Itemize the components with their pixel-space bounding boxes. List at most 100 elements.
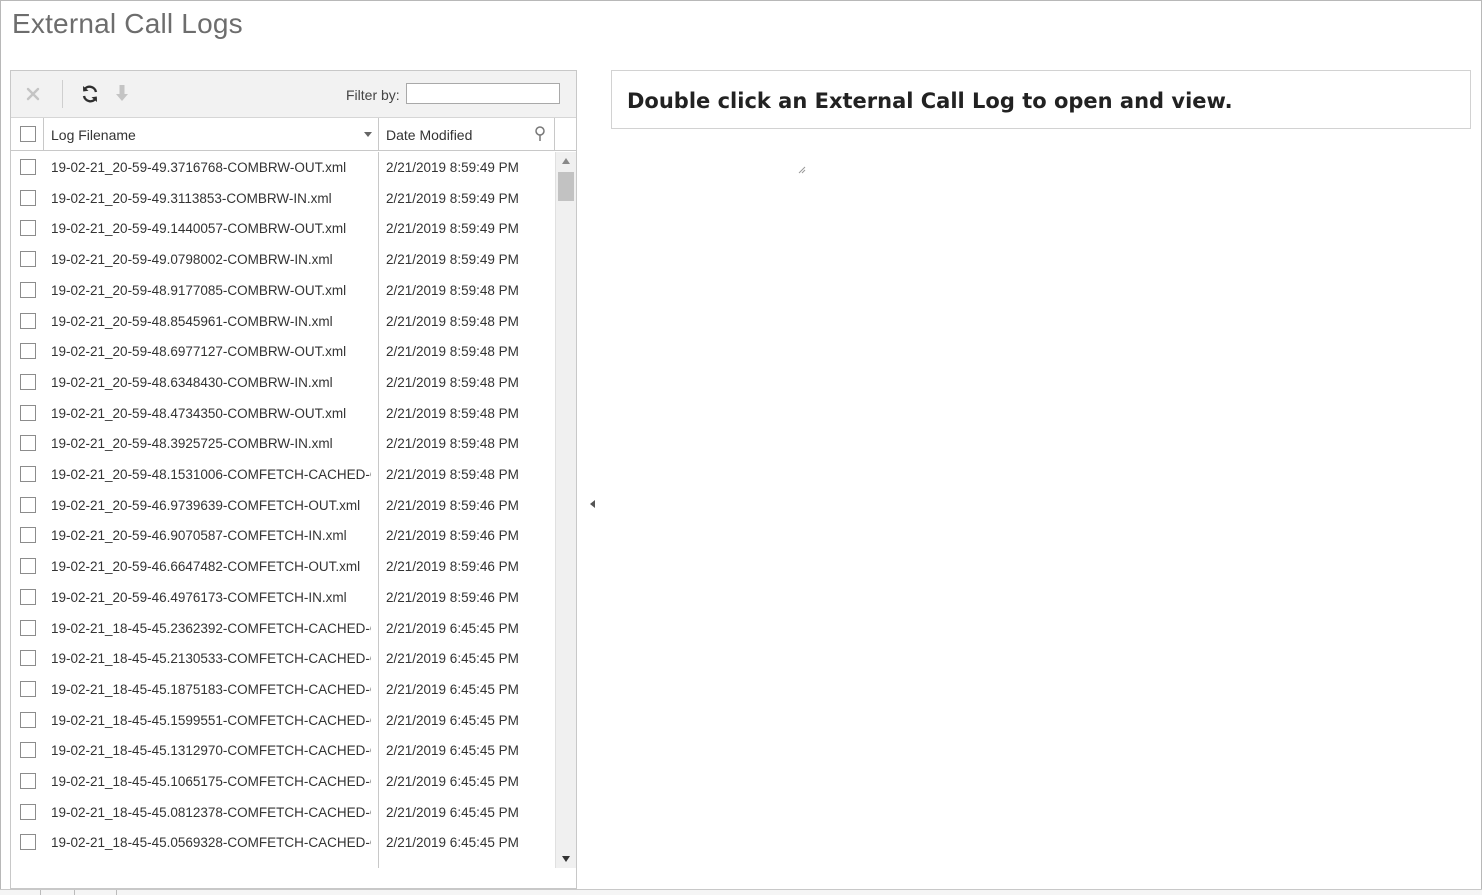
table-row[interactable]: 19-02-21_20-59-48.8545961-COMBRW-IN.xml 2…: [11, 306, 555, 337]
row-checkbox[interactable]: [20, 159, 36, 175]
log-filename-cell: 19-02-21_20-59-49.1440057-COMBRW-OUT.xml: [51, 221, 347, 237]
row-checkbox[interactable]: [20, 527, 36, 544]
scroll-down-arrow-icon[interactable]: [562, 856, 570, 862]
row-checkbox[interactable]: [20, 435, 36, 452]
column-header-filename[interactable]: Log Filename: [44, 118, 379, 151]
table-row[interactable]: 19-02-21_18-45-45.0569328-COMFETCH-CACHE…: [11, 827, 555, 858]
table-row[interactable]: 19-02-21_20-59-49.1440057-COMBRW-OUT.xml…: [11, 213, 555, 244]
row-checkbox[interactable]: [20, 220, 36, 237]
row-checkbox[interactable]: [20, 373, 36, 390]
table-row[interactable]: 19-02-21_18-45-45.1312970-COMFETCH-CACHE…: [11, 735, 555, 766]
table-row[interactable]: 19-02-21_20-59-48.6348430-COMBRW-IN.xml 2…: [11, 367, 555, 398]
log-filename-cell: 19-02-21_18-45-45.2130533-COMFETCH-CACHE…: [51, 651, 371, 667]
table-row[interactable]: 19-02-21_20-59-48.4734350-COMBRW-OUT.xml…: [11, 398, 555, 429]
table-row[interactable]: 19-02-21_20-59-48.3925725-COMBRW-IN.xml 2…: [11, 428, 555, 459]
status-bar-divider: [40, 890, 41, 895]
row-checkbox-cell: [11, 827, 44, 858]
row-checkbox[interactable]: [20, 189, 36, 206]
log-filename-cell: 19-02-21_20-59-48.3925725-COMBRW-IN.xml: [51, 436, 333, 452]
vertical-scrollbar[interactable]: [555, 152, 576, 868]
log-list-panel: Filter by: Log Filename Date Modified 19…: [10, 70, 577, 889]
log-filename-cell: 19-02-21_18-45-45.2362392-COMFETCH-CACHE…: [51, 620, 371, 636]
date-modified-cell: 2/21/2019 6:45:45 PM: [386, 835, 519, 851]
row-checkbox-cell: [11, 459, 44, 490]
row-checkbox-cell: [11, 674, 44, 705]
row-checkbox[interactable]: [20, 312, 36, 329]
row-checkbox[interactable]: [20, 742, 36, 759]
refresh-button[interactable]: [77, 81, 103, 107]
table-row[interactable]: 19-02-21_18-45-45.0812378-COMFETCH-CACHE…: [11, 797, 555, 828]
row-checkbox[interactable]: [20, 281, 36, 298]
date-modified-cell: 2/21/2019 6:45:45 PM: [386, 743, 519, 759]
table-row[interactable]: 19-02-21_18-45-45.2362392-COMFETCH-CACHE…: [11, 613, 555, 644]
scrollbar-thumb[interactable]: [558, 172, 574, 201]
row-checkbox[interactable]: [20, 588, 36, 605]
table-row[interactable]: 19-02-21_20-59-49.3716768-COMBRW-OUT.xml…: [11, 152, 555, 183]
row-checkbox[interactable]: [20, 773, 36, 789]
download-button[interactable]: [109, 81, 135, 107]
row-checkbox[interactable]: [20, 834, 36, 851]
collapse-panel-icon[interactable]: [590, 500, 595, 508]
status-bar: [0, 889, 1482, 895]
date-modified-cell: 2/21/2019 8:59:46 PM: [386, 528, 519, 544]
close-icon: [26, 87, 40, 101]
log-filename-cell: 19-02-21_18-45-45.1065175-COMFETCH-CACHE…: [51, 774, 371, 789]
table-row[interactable]: 19-02-21_20-59-46.9739639-COMFETCH-OUT.x…: [11, 490, 555, 521]
row-checkbox-cell: [11, 336, 44, 367]
table-row[interactable]: 19-02-21_18-45-45.1875183-COMFETCH-CACHE…: [11, 674, 555, 705]
date-modified-cell: 2/21/2019 8:59:48 PM: [386, 467, 519, 482]
row-checkbox-cell: [11, 613, 44, 644]
sort-descending-icon[interactable]: [364, 132, 372, 137]
table-row[interactable]: 19-02-21_20-59-48.1531006-COMFETCH-CACHE…: [11, 459, 555, 490]
log-filename-cell: 19-02-21_20-59-46.9070587-COMFETCH-IN.xm…: [51, 528, 347, 544]
date-modified-cell: 2/21/2019 8:59:48 PM: [386, 344, 519, 360]
row-checkbox[interactable]: [20, 558, 36, 575]
table-row[interactable]: 19-02-21_20-59-49.0798002-COMBRW-IN.xml 2…: [11, 244, 555, 275]
viewer-hint: Double click an External Call Log to ope…: [627, 89, 1233, 113]
date-modified-cell: 2/21/2019 8:59:49 PM: [386, 190, 519, 206]
row-checkbox[interactable]: [20, 619, 36, 636]
pin-icon[interactable]: [534, 126, 546, 142]
log-filename-cell: 19-02-21_20-59-46.4976173-COMFETCH-IN.xm…: [51, 589, 347, 605]
row-checkbox-cell: [11, 398, 44, 429]
delete-button[interactable]: [20, 81, 46, 107]
table-row[interactable]: 19-02-21_20-59-48.6977127-COMBRW-OUT.xml…: [11, 336, 555, 367]
row-checkbox-cell: [11, 520, 44, 551]
log-filename-cell: 19-02-21_20-59-48.1531006-COMFETCH-CACHE…: [51, 467, 371, 482]
date-modified-cell: 2/21/2019 8:59:48 PM: [386, 374, 519, 390]
date-modified-cell: 2/21/2019 8:59:49 PM: [386, 221, 519, 237]
column-header-date[interactable]: Date Modified: [379, 118, 555, 151]
table-row[interactable]: 19-02-21_20-59-46.6647482-COMFETCH-OUT.x…: [11, 551, 555, 582]
row-checkbox[interactable]: [20, 803, 36, 820]
table-row[interactable]: 19-02-21_18-45-45.1599551-COMFETCH-CACHE…: [11, 705, 555, 736]
table-row[interactable]: 19-02-21_20-59-46.9070587-COMFETCH-IN.xm…: [11, 520, 555, 551]
filter-input[interactable]: [406, 83, 560, 104]
resize-grip-icon[interactable]: [798, 166, 806, 174]
table-row[interactable]: 19-02-21_20-59-48.9177085-COMBRW-OUT.xml…: [11, 275, 555, 306]
scroll-up-arrow-icon[interactable]: [562, 158, 570, 164]
column-header-label: Date Modified: [386, 127, 473, 143]
row-checkbox[interactable]: [20, 711, 36, 728]
download-icon: [116, 85, 128, 101]
date-modified-cell: 2/21/2019 8:59:48 PM: [386, 436, 519, 452]
date-modified-cell: 2/21/2019 8:59:48 PM: [386, 313, 519, 329]
select-all-checkbox[interactable]: [20, 126, 36, 142]
table-row[interactable]: 19-02-21_18-45-45.2130533-COMFETCH-CACHE…: [11, 643, 555, 674]
table-row[interactable]: 19-02-21_20-59-49.3113853-COMBRW-IN.xml 2…: [11, 183, 555, 214]
log-grid-body: 19-02-21_20-59-49.3716768-COMBRW-OUT.xml…: [11, 152, 555, 868]
date-modified-cell: 2/21/2019 6:45:45 PM: [386, 620, 519, 636]
column-divider: [378, 152, 379, 868]
row-checkbox[interactable]: [20, 404, 36, 421]
row-checkbox[interactable]: [20, 251, 36, 268]
row-checkbox-cell: [11, 766, 44, 797]
date-modified-cell: 2/21/2019 8:59:46 PM: [386, 559, 519, 575]
table-row[interactable]: 19-02-21_18-45-45.1065175-COMFETCH-CACHE…: [11, 766, 555, 797]
row-checkbox[interactable]: [20, 650, 36, 667]
row-checkbox[interactable]: [20, 343, 36, 360]
row-checkbox[interactable]: [20, 496, 36, 513]
table-row[interactable]: 19-02-21_20-59-46.4976173-COMFETCH-IN.xm…: [11, 582, 555, 613]
date-modified-cell: 2/21/2019 8:59:48 PM: [386, 405, 519, 421]
column-header-label: Log Filename: [51, 127, 136, 143]
row-checkbox[interactable]: [20, 466, 36, 482]
row-checkbox[interactable]: [20, 680, 36, 697]
